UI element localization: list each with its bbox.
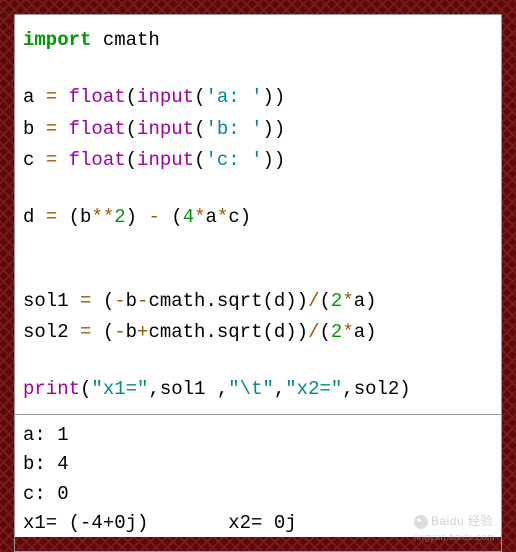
output-c: c: 0	[23, 480, 493, 509]
keyword-import: import	[23, 29, 91, 51]
code-block: import cmath a = float(input('a: ')) b =…	[14, 14, 502, 415]
code-line-sol1: sol1 = (-b-cmath.sqrt(d))/(2*a)	[23, 286, 493, 317]
code-line-assign-c: c = float(input('c: '))	[23, 145, 493, 176]
code-line-assign-a: a = float(input('a: '))	[23, 82, 493, 113]
output-a: a: 1	[23, 421, 493, 450]
code-line-sol2: sol2 = (-b+cmath.sqrt(d))/(2*a)	[23, 317, 493, 348]
output-b: b: 4	[23, 450, 493, 479]
code-line-assign-b: b = float(input('b: '))	[23, 114, 493, 145]
blank-line	[23, 234, 493, 260]
blank-line	[23, 56, 493, 82]
code-line-import: import cmath	[23, 25, 493, 56]
code-line-print: print("x1=",sol1 ,"\t","x2=",sol2)	[23, 374, 493, 405]
output-block: a: 1 b: 4 c: 0 x1= (-4+0j) x2= 0j Baidu …	[14, 415, 502, 552]
blank-line	[23, 260, 493, 286]
module-cmath: cmath	[91, 29, 159, 51]
code-line-discriminant: d = (b**2) - (4*a*c)	[23, 202, 493, 233]
document-panel: import cmath a = float(input('a: ')) b =…	[14, 14, 502, 537]
blank-line	[23, 176, 493, 202]
blank-line	[23, 348, 493, 374]
output-result: x1= (-4+0j) x2= 0j	[23, 509, 493, 538]
